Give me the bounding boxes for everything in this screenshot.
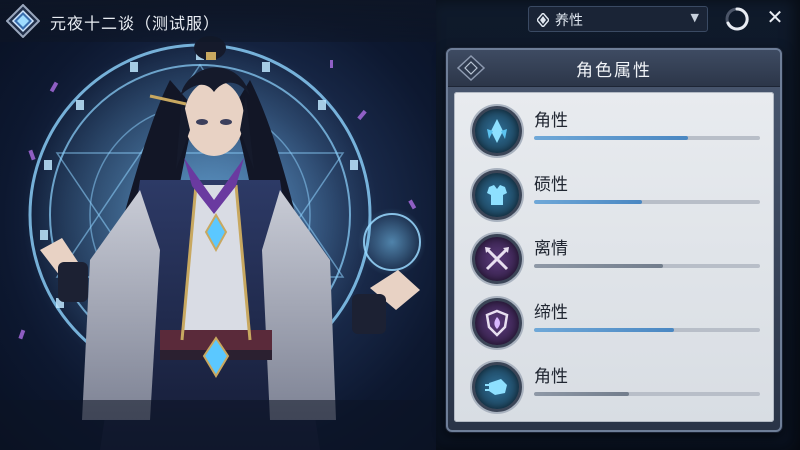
- attribute-label: 缔性: [534, 303, 568, 323]
- attribute-bar: [534, 136, 760, 140]
- attribute-panel: 角色属性 角性 䂵性 离情 缔性 角性: [446, 48, 782, 432]
- attribute-label: 角性: [534, 367, 568, 387]
- close-button[interactable]: ✕: [762, 4, 788, 30]
- attribute-row: 离情: [454, 228, 774, 288]
- attribute-bar: [534, 328, 760, 332]
- panel-header: 角色属性: [448, 50, 780, 87]
- server-select[interactable]: 养性 ▼: [528, 6, 708, 32]
- attribute-bar-fill: [534, 200, 643, 204]
- attribute-bar-fill: [534, 328, 675, 332]
- title-bar: 元夜十二谈（测试服）: [0, 0, 436, 42]
- crystal-icon: [472, 106, 522, 156]
- panel-title: 角色属性: [576, 61, 652, 81]
- attribute-label: 角性: [534, 111, 568, 131]
- attribute-bar-fill: [534, 392, 629, 396]
- attribute-bar: [534, 200, 760, 204]
- character-art: [0, 0, 440, 450]
- crossed-swords-icon: [472, 234, 522, 284]
- fist-icon: [472, 362, 522, 412]
- window-title: 元夜十二谈（测试服）: [50, 14, 221, 33]
- attribute-bar-fill: [534, 264, 663, 268]
- refresh-button[interactable]: [724, 6, 750, 32]
- attribute-label: 䂵性: [534, 175, 568, 195]
- diamond-icon: [536, 11, 550, 31]
- game-logo-icon: [5, 3, 41, 39]
- attribute-row: 角性: [454, 100, 774, 160]
- armor-icon: [472, 170, 522, 220]
- shield-flame-icon: [472, 298, 522, 348]
- attribute-bar: [534, 392, 760, 396]
- close-icon: ✕: [766, 5, 784, 29]
- attribute-row: 缔性: [454, 292, 774, 352]
- chevron-down-icon: ▼: [690, 11, 699, 24]
- attribute-bar-fill: [534, 136, 688, 140]
- attribute-row: 角性: [454, 356, 774, 416]
- attribute-row: 䂵性: [454, 164, 774, 224]
- attribute-label: 离情: [534, 239, 568, 259]
- loading-ring-icon: [725, 7, 749, 31]
- attribute-list: 角性 䂵性 离情 缔性 角性: [454, 92, 774, 422]
- attribute-bar: [534, 264, 760, 268]
- server-select-value: 养性: [555, 13, 583, 29]
